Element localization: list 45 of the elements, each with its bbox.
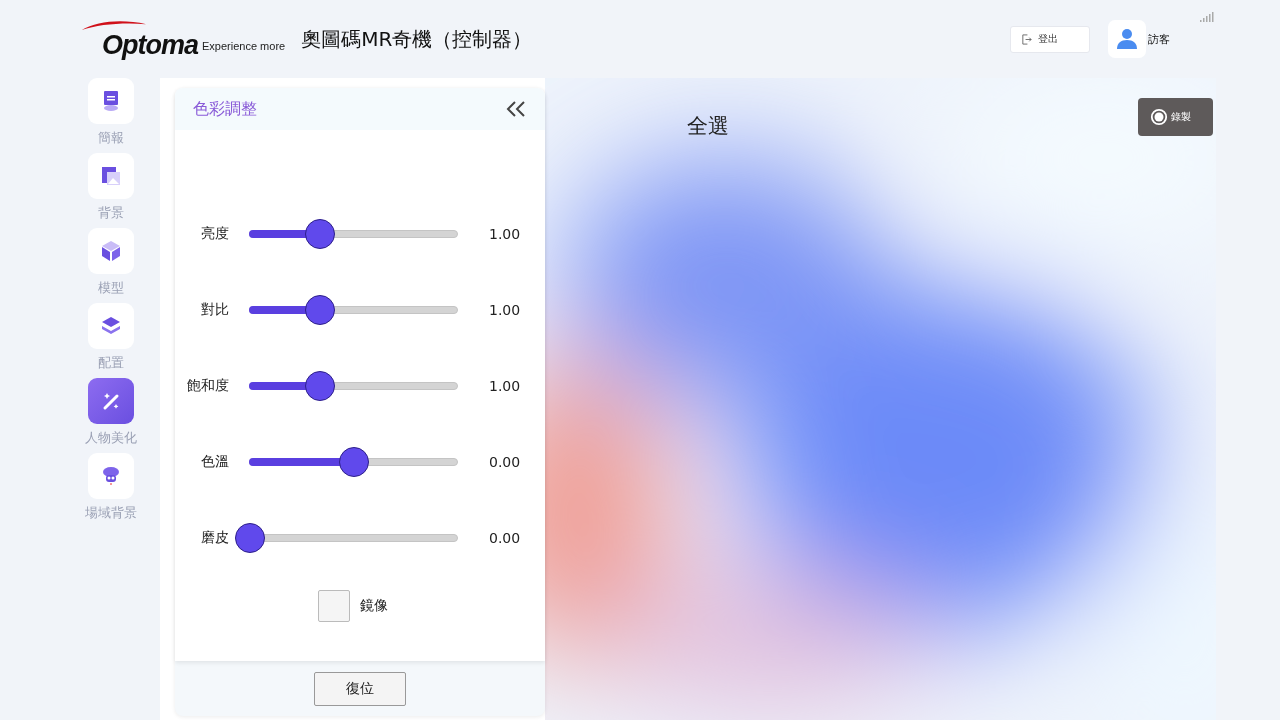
reset-button[interactable]: 復位 (314, 671, 406, 706)
mirror-label[interactable]: 鏡像 (360, 597, 388, 615)
mirror-checkbox[interactable] (318, 590, 350, 622)
slider-thumb[interactable] (305, 219, 336, 249)
nav-label[interactable]: 配置 (98, 354, 124, 372)
slider-thumb[interactable] (305, 295, 336, 325)
logout-button[interactable]: 登出 (1010, 25, 1090, 53)
slider-label: 對比 (200, 301, 230, 319)
collapse-icon[interactable] (505, 100, 527, 118)
slider-label: 磨皮 (200, 529, 230, 547)
record-button[interactable]: 錄製 (1138, 98, 1213, 136)
nav-tile[interactable] (88, 153, 134, 199)
user-avatar-icon[interactable] (1108, 20, 1146, 58)
signal-icon (1200, 12, 1214, 22)
nav-tile[interactable] (88, 78, 134, 124)
nav-label[interactable]: 模型 (98, 279, 124, 297)
slider-value: 1.00 (489, 302, 521, 318)
nav-label[interactable]: 簡報 (98, 129, 124, 147)
nav-label[interactable]: 場域背景 (85, 504, 137, 522)
slider-value: 1.00 (489, 226, 521, 242)
nav-tile[interactable] (88, 303, 134, 349)
user-name: 訪客 (1148, 31, 1170, 47)
slider-value: 1.00 (489, 378, 521, 394)
slider-thumb[interactable] (338, 447, 369, 477)
app-title: 奧圖碼MR奇機（控制器） (301, 25, 533, 53)
nav-tile[interactable] (88, 453, 134, 499)
slider-label: 色溫 (200, 453, 230, 471)
logout-icon (1021, 33, 1032, 45)
slider-thumb[interactable] (305, 371, 336, 401)
nav-tile[interactable] (88, 378, 134, 424)
select-all-label[interactable]: 全選 (687, 112, 729, 140)
record-icon (1150, 108, 1168, 126)
cube-icon (99, 239, 123, 263)
panel-title: 色彩調整 (193, 98, 257, 120)
slider-thumb[interactable] (235, 523, 265, 553)
nav-label[interactable]: 人物美化 (85, 429, 137, 447)
slider-label: 亮度 (200, 225, 230, 243)
logo: Optoma (80, 19, 198, 59)
slider-value: 0.00 (489, 530, 521, 546)
tagline: Experience more (202, 40, 286, 52)
slider-value: 0.00 (489, 454, 521, 470)
nav-label[interactable]: 背景 (98, 204, 124, 222)
nav-tile[interactable] (88, 228, 134, 274)
slider-label: 飽和度 (186, 377, 230, 395)
image-icon (99, 164, 123, 188)
